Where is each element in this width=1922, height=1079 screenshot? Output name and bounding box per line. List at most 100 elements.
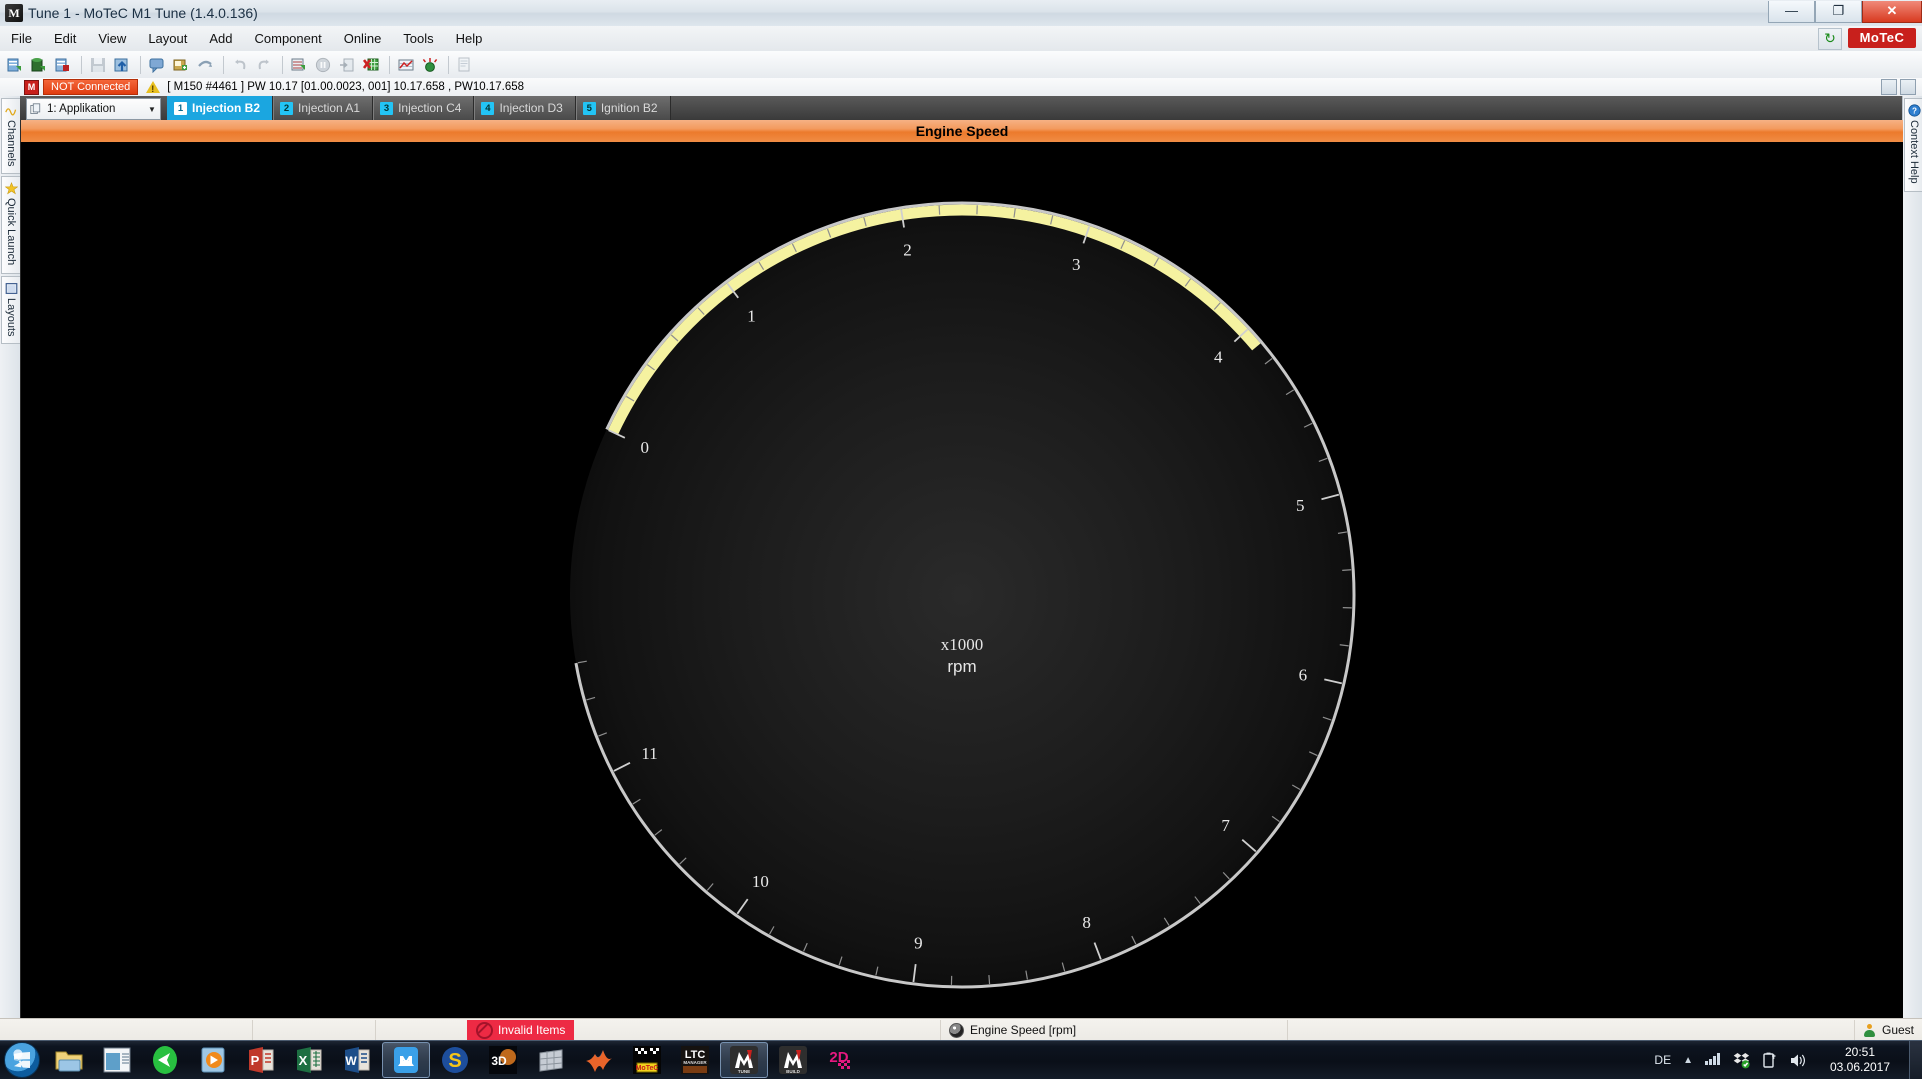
menu-item-help[interactable]: Help xyxy=(445,28,494,49)
taskbar-item-sogou[interactable]: S xyxy=(432,1043,478,1077)
taskbar-clock[interactable]: 20:51 03.06.2017 xyxy=(1817,1045,1903,1075)
taskbar-item-m1-tune[interactable]: TUNE xyxy=(720,1042,768,1078)
toolbar-chart-button[interactable] xyxy=(395,54,417,76)
no-entry-icon xyxy=(476,1022,493,1039)
pages-icon xyxy=(30,103,43,116)
network-chip-icon[interactable] xyxy=(1881,79,1897,95)
app-icon: M xyxy=(5,4,23,22)
status-cell-2 xyxy=(253,1020,376,1041)
toolbar-open-package-button[interactable] xyxy=(28,54,50,76)
svg-text:BUILD: BUILD xyxy=(786,1069,800,1074)
chevron-up-icon[interactable]: ▲ xyxy=(1683,1055,1693,1066)
gauge-minor-tick xyxy=(989,975,990,984)
settings-chip-icon[interactable] xyxy=(1900,79,1916,95)
signal-bars-icon[interactable] xyxy=(1705,1052,1722,1069)
toolbar-diagnostics-button[interactable] xyxy=(419,54,441,76)
menu-item-view[interactable]: View xyxy=(87,28,137,49)
menu-item-tools[interactable]: Tools xyxy=(392,28,444,49)
gauge-minor-tick xyxy=(939,206,940,215)
gauge-tick-label: 6 xyxy=(1299,665,1308,684)
sidebar-item-channels[interactable]: Channels xyxy=(1,98,21,174)
checkered-flag-icon: MoTeC xyxy=(632,1045,662,1075)
taskbar-item-m1-build[interactable]: BUILD xyxy=(770,1043,816,1077)
tab-injection-d3[interactable]: 4 Injection D3 xyxy=(474,96,575,120)
toolbar-new-tune-button[interactable] xyxy=(4,54,26,76)
taskbar-item-window-app[interactable] xyxy=(94,1043,140,1077)
taskbar-item-excel[interactable]: X xyxy=(286,1043,332,1077)
refresh-icon[interactable]: ↻ xyxy=(1818,28,1842,50)
taskbar-item-media-player-orange[interactable] xyxy=(190,1043,236,1077)
gauge-body[interactable]: 01234567891011 x1000 rpm xyxy=(21,142,1903,1018)
menu-item-online[interactable]: Online xyxy=(333,28,393,49)
toolbar-save-tune-button[interactable] xyxy=(52,54,74,76)
taskbar-item-matlab[interactable] xyxy=(576,1043,622,1077)
taskbar-item-motec-i2[interactable]: MoTeC xyxy=(624,1043,670,1077)
taskbar-item-grid-app[interactable] xyxy=(528,1043,574,1077)
sidebar-item-quick-launch[interactable]: Quick Launch xyxy=(1,176,21,273)
sidebar-label-context-help: Context Help xyxy=(1908,120,1920,184)
invalid-items-badge[interactable]: Invalid Items xyxy=(467,1020,574,1040)
tab-number: 4 xyxy=(481,102,494,115)
sogou-icon: S xyxy=(440,1045,470,1075)
taskbar-item-ltc-manager[interactable]: LTC MANAGER xyxy=(672,1043,718,1077)
taskbar-item-2d-software[interactable]: 2D xyxy=(818,1043,864,1077)
tab-label: Injection C4 xyxy=(398,101,461,115)
status-user-cell[interactable]: Guest xyxy=(1855,1020,1922,1041)
right-sidebar: ? Context Help xyxy=(1902,96,1922,1030)
play-triangle-icon xyxy=(150,1045,180,1075)
clock-time: 20:51 xyxy=(1817,1045,1903,1060)
taskbar-item-catia-3ds[interactable]: 3D xyxy=(480,1043,526,1077)
tab-label: Injection B2 xyxy=(192,101,260,115)
tab-injection-c4[interactable]: 3 Injection C4 xyxy=(373,96,474,120)
taskbar-item-maxthon[interactable] xyxy=(382,1042,430,1078)
maxthon-icon xyxy=(391,1045,421,1075)
user-icon xyxy=(1863,1024,1876,1037)
engine-speed-gauge[interactable]: 01234567891011 x1000 rpm xyxy=(21,142,1903,1018)
svg-text:TUNE: TUNE xyxy=(738,1069,750,1074)
toolbar-clear-grid-button[interactable] xyxy=(360,54,382,76)
close-button[interactable]: ✕ xyxy=(1862,1,1922,23)
toolbar-export-log-button[interactable] xyxy=(288,54,310,76)
battery-icon[interactable] xyxy=(1761,1052,1778,1069)
tray-language[interactable]: DE xyxy=(1654,1053,1671,1067)
windows-start-icon[interactable] xyxy=(4,1042,40,1078)
gauge-tick-label: 7 xyxy=(1221,816,1230,835)
menu-item-file[interactable]: File xyxy=(0,28,43,49)
taskbar-item-file-explorer[interactable] xyxy=(46,1043,92,1077)
volume-icon[interactable] xyxy=(1789,1052,1806,1069)
workspace-tabs: 1 Injection B2 2 Injection A1 3 Injectio… xyxy=(167,96,671,120)
toolbar-refresh-arrow-button[interactable] xyxy=(194,54,216,76)
sidebar-label-channels: Channels xyxy=(5,120,17,166)
sidebar-label-layouts: Layouts xyxy=(5,298,17,337)
toolbar-add-item-button[interactable] xyxy=(170,54,192,76)
taskbar-item-powerpoint[interactable]: P xyxy=(238,1043,284,1077)
sidebar-item-context-help[interactable]: ? Context Help xyxy=(1904,98,1922,192)
tab-injection-b2[interactable]: 1 Injection B2 xyxy=(167,96,273,120)
tab-number: 3 xyxy=(380,102,393,115)
gauge-tick-label: 5 xyxy=(1296,496,1305,515)
workspace-selector[interactable]: 1: Applikation ▼ xyxy=(26,98,161,120)
gauge-center-multiplier: x1000 xyxy=(941,635,984,654)
menu-item-layout[interactable]: Layout xyxy=(137,28,198,49)
connection-status-badge[interactable]: NOT Connected xyxy=(43,79,138,95)
tab-injection-a1[interactable]: 2 Injection A1 xyxy=(273,96,373,120)
sidebar-item-layouts[interactable]: Layouts xyxy=(1,276,21,345)
toolbar-upload-button[interactable] xyxy=(111,54,133,76)
menu-item-edit[interactable]: Edit xyxy=(43,28,87,49)
dropbox-icon[interactable] xyxy=(1733,1052,1750,1069)
taskbar-item-word[interactable]: W xyxy=(334,1043,380,1077)
matlab-icon xyxy=(584,1045,614,1075)
toolbar-separator xyxy=(389,56,390,74)
toolbar-comment-button[interactable] xyxy=(146,54,168,76)
show-desktop-button[interactable] xyxy=(1909,1041,1922,1079)
minimize-button[interactable]: — xyxy=(1768,1,1815,23)
menu-item-add[interactable]: Add xyxy=(198,28,243,49)
gauge-tick-label: 0 xyxy=(641,438,650,457)
maximize-button[interactable]: ❐ xyxy=(1815,1,1862,23)
taskbar-item-media-player-green[interactable] xyxy=(142,1043,188,1077)
tab-ignition-b2[interactable]: 5 Ignition B2 xyxy=(576,96,671,120)
menu-item-component[interactable]: Component xyxy=(244,28,333,49)
status-strip-right-icons xyxy=(1881,79,1916,95)
toolbar-report-button xyxy=(454,54,476,76)
chevron-down-icon[interactable]: ▼ xyxy=(144,105,160,114)
